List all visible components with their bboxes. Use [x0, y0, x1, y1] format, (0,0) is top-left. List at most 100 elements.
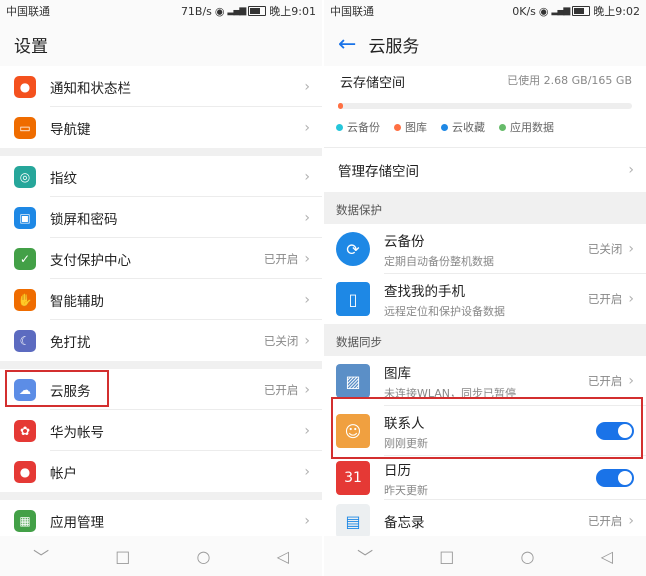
- account-icon: ●: [14, 460, 36, 483]
- section-header-data-protection: 数据保护: [324, 192, 646, 224]
- find-my-phone-item[interactable]: ▯ 查找我的手机 远程定位和保护设备数据 已开启 ›: [324, 274, 646, 324]
- lock-icon: ▣: [14, 206, 36, 229]
- settings-item-app-management[interactable]: ▦ 应用管理 ›: [0, 500, 322, 541]
- gallery-sync-item[interactable]: ▨ 图库 未连接WLAN，同步已暂停 已开启 ›: [324, 356, 646, 406]
- header: ← 云服务: [324, 22, 646, 66]
- chevron-right-icon: ›: [628, 162, 634, 178]
- hide-nav-button[interactable]: ﹀: [33, 544, 49, 568]
- item-label: 应用管理: [50, 514, 104, 531]
- item-status: 已关闭: [587, 242, 623, 256]
- navigation-bar: ﹀ □ ○ ◁: [0, 536, 322, 576]
- chevron-right-icon: ›: [304, 168, 310, 185]
- settings-item-fingerprint[interactable]: ◎ 指纹 ›: [0, 156, 322, 197]
- item-title: 日历: [384, 462, 411, 479]
- item-title: 图库: [384, 365, 411, 382]
- settings-item-notifications[interactable]: ● 通知和状态栏 ›: [0, 66, 322, 107]
- item-status: 已开启: [587, 514, 623, 528]
- calendar-sync-item[interactable]: 31 日历 昨天更新: [324, 456, 646, 500]
- item-title: 云备份: [384, 233, 425, 250]
- settings-item-huawei-account[interactable]: ✿ 华为帐号 ›: [0, 410, 322, 451]
- item-label: 通知和状态栏: [50, 80, 131, 97]
- apps-icon: ▦: [14, 509, 36, 532]
- settings-item-payment-protection[interactable]: ✓ 支付保护中心 已开启 ›: [0, 238, 322, 279]
- battery-icon: [248, 6, 267, 16]
- chevron-right-icon: ›: [628, 241, 634, 257]
- signal-icon: ▂▄▆: [551, 6, 571, 16]
- back-button[interactable]: ◁: [601, 547, 613, 566]
- back-button[interactable]: ◁: [277, 547, 289, 566]
- status-bar: 中国联通 0K/s ◉ ▂▄▆ 晚上9:02: [324, 0, 646, 22]
- recents-button[interactable]: □: [439, 547, 454, 566]
- carrier-label: 中国联通: [6, 5, 50, 18]
- storage-legend: 云备份 图库 云收藏 应用数据: [324, 109, 646, 135]
- back-arrow-icon[interactable]: ←: [338, 32, 356, 57]
- chevron-right-icon: ›: [304, 291, 310, 308]
- huawei-icon: ✿: [14, 419, 36, 442]
- calendar-icon: 31: [336, 461, 370, 495]
- item-title: 查找我的手机: [384, 283, 465, 300]
- item-label: 智能辅助: [50, 293, 104, 310]
- item-subtitle: 刚刚更新: [384, 436, 428, 450]
- chevron-right-icon: ›: [304, 512, 310, 529]
- settings-item-do-not-disturb[interactable]: ☾ 免打扰 已关闭 ›: [0, 320, 322, 361]
- calendar-sync-toggle[interactable]: [596, 469, 634, 487]
- item-label: 锁屏和密码: [50, 211, 118, 228]
- chevron-right-icon: ›: [304, 332, 310, 349]
- clock: 晚上9:02: [593, 5, 640, 18]
- legend-item: 应用数据: [499, 119, 554, 135]
- legend-item: 云备份: [336, 119, 380, 135]
- notes-icon: ▤: [336, 504, 370, 538]
- moon-icon: ☾: [14, 329, 36, 352]
- signal-icon: ▂▄▆: [227, 6, 247, 16]
- item-label: 免打扰: [50, 334, 91, 351]
- bell-icon: ●: [14, 75, 36, 98]
- item-status: 已关闭: [263, 333, 299, 348]
- section-header-data-sync: 数据同步: [324, 324, 646, 356]
- item-subtitle: 远程定位和保护设备数据: [384, 304, 505, 318]
- eye-icon: ◉: [538, 4, 549, 18]
- item-status: 已开启: [263, 382, 299, 397]
- phone-icon: ▯: [336, 282, 370, 316]
- settings-screen: 中国联通 71B/s ◉ ▂▄▆ 晚上9:01 设置 ● 通知和状态栏 › ▭ …: [0, 0, 322, 576]
- chevron-right-icon: ›: [304, 250, 310, 267]
- manage-storage-item[interactable]: 管理存储空间 ›: [324, 147, 646, 192]
- item-label: 支付保护中心: [50, 252, 131, 269]
- item-status: 已开启: [263, 251, 299, 266]
- settings-item-accounts[interactable]: ● 帐户 ›: [0, 451, 322, 492]
- item-label: 导航键: [50, 121, 91, 138]
- settings-item-smart-assist[interactable]: ✋ 智能辅助 ›: [0, 279, 322, 320]
- settings-item-lockscreen[interactable]: ▣ 锁屏和密码 ›: [0, 197, 322, 238]
- status-bar: 中国联通 71B/s ◉ ▂▄▆ 晚上9:01: [0, 0, 322, 22]
- item-label: 管理存储空间: [338, 164, 419, 180]
- home-button[interactable]: ○: [196, 547, 210, 566]
- item-title: 备忘录: [384, 515, 425, 531]
- home-button[interactable]: ○: [520, 547, 534, 566]
- cloud-service-screen: 中国联通 0K/s ◉ ▂▄▆ 晚上9:02 ← 云服务 云存储空间 已使用 2…: [324, 0, 646, 576]
- contacts-sync-toggle[interactable]: [596, 422, 634, 440]
- chevron-right-icon: ›: [628, 291, 634, 307]
- cloud-backup-item[interactable]: ⟳ 云备份 定期自动备份整机数据 已关闭 ›: [324, 224, 646, 274]
- chevron-right-icon: ›: [628, 373, 634, 389]
- carrier-label: 中国联通: [330, 5, 374, 18]
- contacts-sync-item[interactable]: ☺ 联系人 刚刚更新: [324, 406, 646, 456]
- item-title: 联系人: [384, 415, 425, 432]
- item-status: 已开启: [587, 374, 623, 388]
- settings-item-navigation-keys[interactable]: ▭ 导航键 ›: [0, 107, 322, 148]
- chevron-right-icon: ›: [304, 381, 310, 398]
- legend-item: 图库: [394, 119, 427, 135]
- item-subtitle: 昨天更新: [384, 483, 428, 497]
- hide-nav-button[interactable]: ﹀: [357, 544, 373, 568]
- storage-bar: [338, 103, 632, 109]
- storage-title: 云存储空间: [340, 76, 406, 91]
- legend-item: 云收藏: [441, 119, 485, 135]
- navigation-bar: ﹀ □ ○ ◁: [324, 536, 646, 576]
- cloud-backup-icon: ⟳: [336, 232, 370, 266]
- item-label: 指纹: [50, 170, 77, 187]
- settings-item-cloud-service[interactable]: ☁ 云服务 已开启 ›: [0, 369, 322, 410]
- storage-used: 已使用 2.68 GB/165 GB: [507, 74, 632, 87]
- contacts-icon: ☺: [336, 414, 370, 448]
- page-title: 设置: [0, 22, 322, 66]
- chevron-right-icon: ›: [304, 422, 310, 439]
- network-speed: 71B/s: [180, 4, 212, 18]
- recents-button[interactable]: □: [115, 547, 130, 566]
